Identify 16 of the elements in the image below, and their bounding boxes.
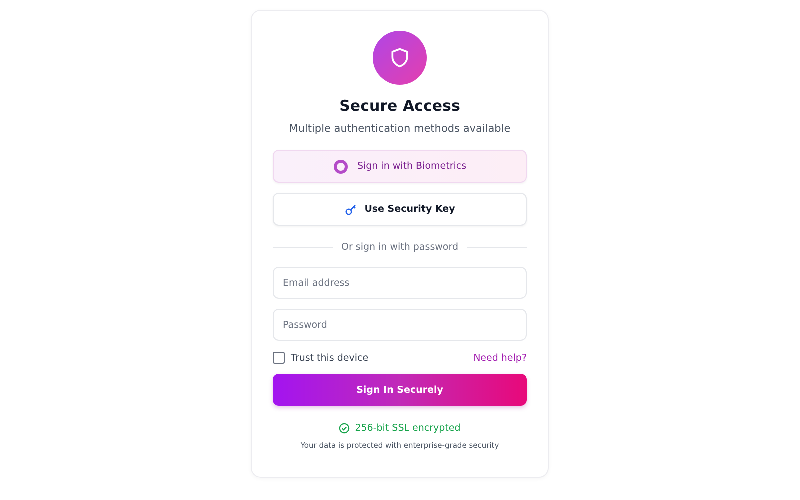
- shield-logo: [373, 31, 427, 85]
- divider-text: Or sign in with password: [341, 242, 459, 253]
- ring-icon: [333, 158, 350, 174]
- biometrics-button[interactable]: Sign in with Biometrics: [273, 150, 527, 183]
- key-icon: [344, 204, 357, 216]
- security-key-button[interactable]: Use Security Key: [273, 193, 527, 226]
- card-subtitle: Multiple authentication methods available: [288, 123, 512, 135]
- email-field[interactable]: Email address: [273, 267, 527, 299]
- ssl-status: 256-bit SSL encrypted: [355, 423, 461, 434]
- card-title: Secure Access: [338, 97, 462, 115]
- checkbox-label: Trust this device: [291, 352, 369, 364]
- help-link[interactable]: Need help?: [474, 352, 527, 364]
- password-field[interactable]: Password: [273, 309, 527, 341]
- sign-in-button[interactable]: Sign In Securely: [273, 374, 527, 406]
- check-circle-icon: [339, 423, 350, 434]
- checkbox[interactable]: [273, 352, 285, 364]
